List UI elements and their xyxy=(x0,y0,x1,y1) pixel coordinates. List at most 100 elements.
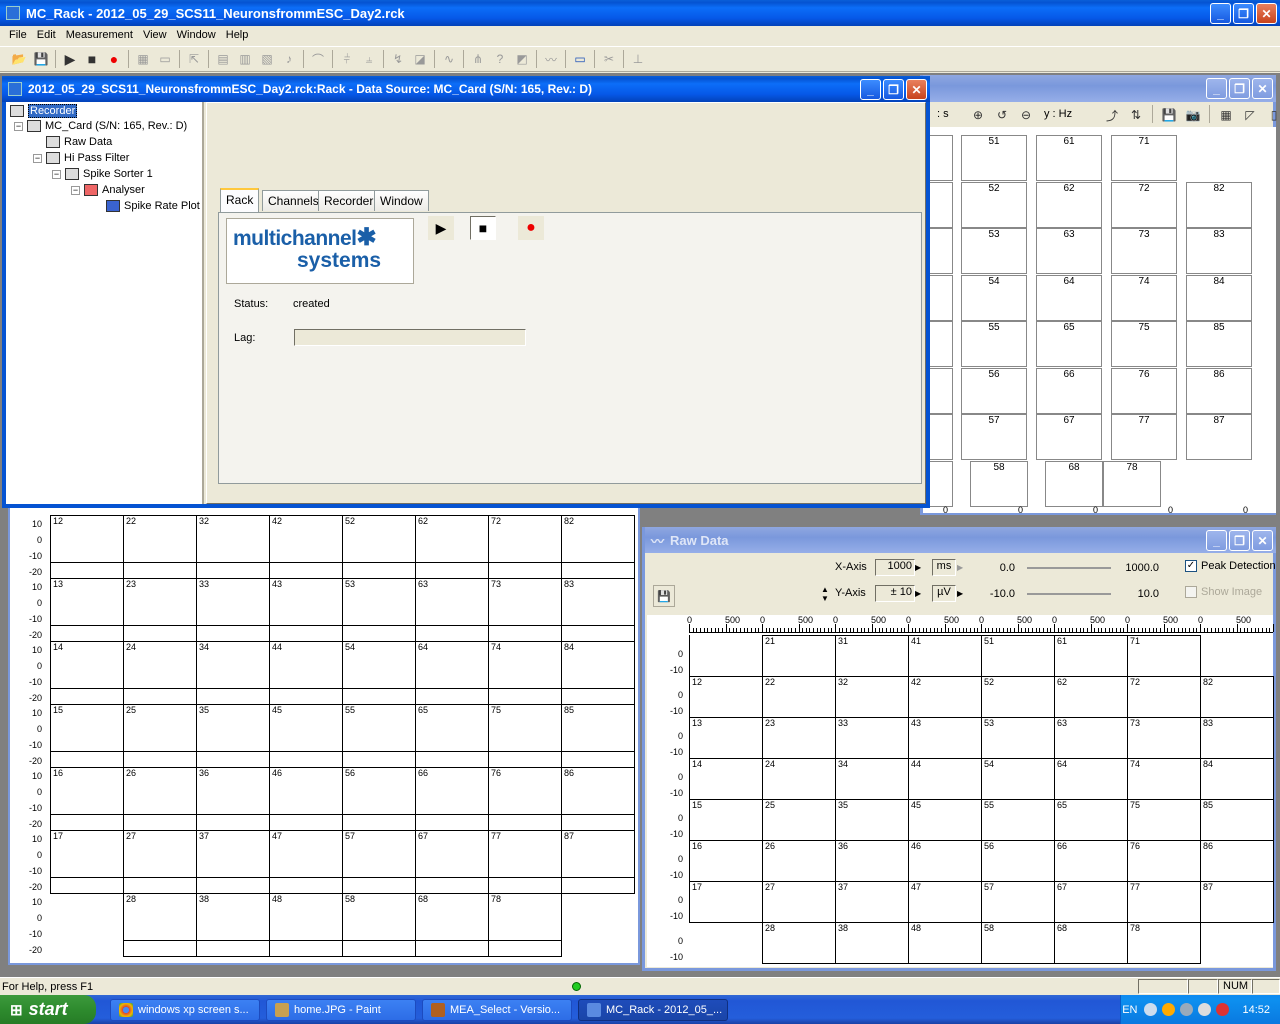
channel-cell[interactable]: 82 xyxy=(561,515,635,579)
rate-cell[interactable]: 53 xyxy=(961,228,1027,274)
yaxis-spin-icon[interactable]: ▶ xyxy=(915,585,925,602)
raw-channel-cell[interactable]: 62 xyxy=(1054,676,1128,718)
channel-cell[interactable]: 12 xyxy=(50,515,124,579)
raw-channel-cell[interactable]: 41 xyxy=(908,635,982,677)
cut-icon[interactable]: ✂ xyxy=(598,49,620,69)
fork-icon[interactable]: ⋔ xyxy=(467,49,489,69)
channel-cell[interactable]: 13 xyxy=(50,578,124,642)
raw-channel-cell[interactable]: 46 xyxy=(908,840,982,882)
channel-cell[interactable]: 72 xyxy=(488,515,562,579)
channel-cell[interactable]: 46 xyxy=(269,767,343,831)
channel-cell[interactable]: 76 xyxy=(488,767,562,831)
raw-channel-cell[interactable]: 36 xyxy=(835,840,909,882)
rate-cell[interactable]: 65 xyxy=(1036,321,1102,367)
play-icon[interactable]: ▶ xyxy=(59,49,81,69)
tray-arrow-icon[interactable] xyxy=(1144,1003,1158,1016)
channel-cell[interactable]: 52 xyxy=(342,515,416,579)
tray-shield-icon[interactable] xyxy=(1198,1003,1212,1016)
rate-cell[interactable]: 58 xyxy=(970,460,1028,507)
spike-rate-maximize-button[interactable]: ❐ xyxy=(1229,78,1250,99)
raw-channel-cell[interactable]: 85 xyxy=(1200,799,1274,841)
rate-cell[interactable]: 51 xyxy=(961,135,1027,181)
peak-detection-checkbox[interactable]: ✓ xyxy=(1185,560,1197,572)
rate-cell[interactable]: 72 xyxy=(1111,181,1177,228)
raw-channel-cell[interactable]: 72 xyxy=(1127,676,1201,718)
xaxis-unit-spin-icon[interactable]: ▶ xyxy=(957,559,967,576)
tab-rack[interactable]: Rack xyxy=(220,188,260,212)
rate-cell[interactable]: 56 xyxy=(961,367,1027,414)
param-icon[interactable]: ▥ xyxy=(234,49,256,69)
channel-cell[interactable]: 58 xyxy=(342,893,416,957)
tree-item-spike-rate[interactable]: Spike Rate Plot xyxy=(106,200,200,212)
rate-cell[interactable]: 75 xyxy=(1111,321,1177,367)
channel-cell[interactable]: 23 xyxy=(123,578,197,642)
menu-window[interactable]: Window xyxy=(172,29,221,41)
restore-button[interactable]: ❐ xyxy=(1233,3,1254,24)
channel-cell[interactable]: 68 xyxy=(415,893,489,957)
channel-cell[interactable]: 56 xyxy=(342,767,416,831)
raw-channel-cell[interactable]: 71 xyxy=(1127,635,1201,677)
rate-cell[interactable]: 77 xyxy=(1111,414,1177,460)
raw-channel-cell[interactable]: 15 xyxy=(689,799,763,841)
channel-cell[interactable]: 32 xyxy=(196,515,270,579)
question-wave-icon[interactable]: ? xyxy=(489,49,511,69)
rate-cell[interactable]: 87 xyxy=(1186,414,1252,460)
signal-icon[interactable]: 〰 xyxy=(540,49,562,69)
layout-extra-icon[interactable]: ▯ xyxy=(1263,105,1280,125)
raw-channel-cell[interactable]: 37 xyxy=(835,881,909,923)
channel-cell[interactable]: 47 xyxy=(269,830,343,894)
layout-line-icon[interactable]: ◸ xyxy=(1239,105,1261,125)
channel-cell[interactable]: 42 xyxy=(269,515,343,579)
raw-channel-cell[interactable]: 38 xyxy=(835,922,909,964)
rate-cell[interactable]: 68 xyxy=(1045,460,1103,507)
sort-icon[interactable]: ⫩ xyxy=(336,49,358,69)
channel-cell[interactable]: 37 xyxy=(196,830,270,894)
yaxis-unit-spin-icon[interactable]: ▶ xyxy=(957,585,967,602)
channel-cell[interactable]: 64 xyxy=(415,641,489,705)
menu-edit[interactable]: Edit xyxy=(32,29,61,41)
tab-channels[interactable]: Channels xyxy=(262,190,325,211)
rate-cell[interactable]: 86 xyxy=(1186,367,1252,414)
raw-channel-cell[interactable]: 33 xyxy=(835,717,909,759)
spike-rate-close-button[interactable]: ✕ xyxy=(1252,78,1273,99)
rack-stop-button[interactable]: ■ xyxy=(470,216,496,240)
raw-channel-cell[interactable]: 12 xyxy=(689,676,763,718)
raw-channel-cell[interactable]: 64 xyxy=(1054,758,1128,800)
raw-channel-cell[interactable]: 25 xyxy=(762,799,836,841)
trigger-icon[interactable]: ⇱ xyxy=(183,49,205,69)
tree-item-hi-pass[interactable]: − Hi Pass Filter xyxy=(33,152,129,164)
start-button[interactable]: ⊞ start xyxy=(0,995,96,1024)
channel-icon[interactable]: ▭ xyxy=(154,49,176,69)
rate-cell[interactable]: 52 xyxy=(961,181,1027,228)
layout-grid-icon[interactable]: ▦ xyxy=(1215,105,1237,125)
raw-minimize-button[interactable]: _ xyxy=(1206,530,1227,551)
yaxis-unit-field[interactable]: µV xyxy=(932,585,956,602)
zoom-in-icon[interactable]: ⊕ xyxy=(967,105,989,125)
channel-cell[interactable]: 55 xyxy=(342,704,416,768)
channel-cell[interactable]: 33 xyxy=(196,578,270,642)
marker-icon[interactable]: ⊥ xyxy=(627,49,649,69)
raw-channel-cell[interactable]: 66 xyxy=(1054,840,1128,882)
channel-cell[interactable]: 83 xyxy=(561,578,635,642)
rate-cell[interactable]: 54 xyxy=(961,274,1027,321)
tree-item-analyser[interactable]: − Analyser xyxy=(71,184,145,196)
raw-channel-cell[interactable]: 87 xyxy=(1200,881,1274,923)
channel-cell[interactable]: 48 xyxy=(269,893,343,957)
tree-item-spike-sorter[interactable]: − Spike Sorter 1 xyxy=(52,168,153,180)
raw-channel-cell[interactable]: 53 xyxy=(981,717,1055,759)
grid-icon[interactable]: ▦ xyxy=(132,49,154,69)
plot-icon[interactable]: ◪ xyxy=(409,49,431,69)
raw-channel-cell[interactable]: 43 xyxy=(908,717,982,759)
raw-maximize-button[interactable]: ❐ xyxy=(1229,530,1250,551)
raw-channel-cell[interactable]: 83 xyxy=(1200,717,1274,759)
rate-cell[interactable]: 57 xyxy=(961,414,1027,460)
raw-channel-cell[interactable]: 77 xyxy=(1127,881,1201,923)
channel-cell[interactable]: 28 xyxy=(123,893,197,957)
channel-cell[interactable]: 78 xyxy=(488,893,562,957)
channel-cell[interactable]: 36 xyxy=(196,767,270,831)
raw-channel-cell[interactable]: 47 xyxy=(908,881,982,923)
rate-cell[interactable]: 83 xyxy=(1186,228,1252,274)
raw-channel-cell[interactable]: 56 xyxy=(981,840,1055,882)
channel-cell[interactable]: 62 xyxy=(415,515,489,579)
rate-cell[interactable]: 71 xyxy=(1111,135,1177,181)
